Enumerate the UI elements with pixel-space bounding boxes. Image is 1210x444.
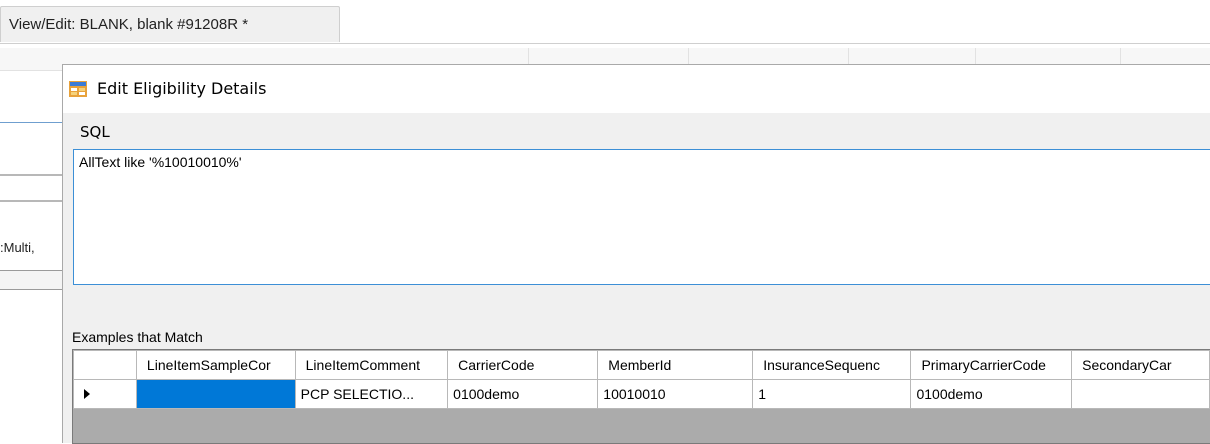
examples-table: LineItemSampleCor LineItemComment Carrie…	[73, 350, 1210, 409]
sql-textarea[interactable]: AllText like '%10010010%'	[73, 149, 1210, 285]
column-header[interactable]: InsuranceSequenc	[752, 350, 912, 380]
examples-label: Examples that Match	[72, 329, 203, 345]
row-header-cell[interactable]	[73, 379, 137, 409]
background-separator	[0, 174, 62, 176]
table-row[interactable]: PCP SELECTIO... 0100demo 10010010 1 0100…	[73, 379, 1210, 409]
column-header[interactable]: MemberId	[597, 350, 754, 380]
column-header[interactable]: CarrierCode	[447, 350, 599, 380]
table-cell-selected[interactable]	[135, 379, 296, 409]
table-cell[interactable]: 10010010	[597, 379, 754, 409]
background-field-fragment: :Multi,	[0, 240, 35, 255]
examples-grid[interactable]: LineItemSampleCor LineItemComment Carrie…	[72, 349, 1210, 444]
column-header[interactable]: SecondaryCar	[1071, 350, 1210, 380]
table-cell[interactable]: 1	[752, 379, 912, 409]
table-cell[interactable]	[1071, 379, 1210, 409]
window-app-icon	[69, 81, 87, 97]
table-cell[interactable]: PCP SELECTIO...	[294, 379, 449, 409]
column-header[interactable]: LineItemSampleCor	[135, 350, 296, 380]
document-tab-strip: View/Edit: BLANK, blank #91208R *	[0, 0, 1210, 44]
background-field-box	[0, 270, 62, 290]
document-tab[interactable]: View/Edit: BLANK, blank #91208R *	[0, 6, 340, 42]
grid-header-row: LineItemSampleCor LineItemComment Carrie…	[73, 350, 1210, 380]
dialog-titlebar[interactable]: Edit Eligibility Details	[63, 65, 1210, 113]
table-cell[interactable]: 0100demo	[910, 379, 1073, 409]
table-cell[interactable]: 0100demo	[447, 379, 599, 409]
grid-corner-cell[interactable]	[73, 350, 137, 380]
sql-text: AllText like '%10010010%'	[79, 154, 242, 170]
sql-label: SQL	[80, 123, 110, 141]
background-separator	[0, 122, 62, 123]
column-header[interactable]: LineItemComment	[294, 350, 449, 380]
dialog-title: Edit Eligibility Details	[97, 79, 267, 98]
column-header[interactable]: PrimaryCarrierCode	[910, 350, 1073, 380]
current-row-arrow-icon	[84, 389, 90, 399]
background-separator	[0, 200, 62, 202]
edit-eligibility-dialog: Edit Eligibility Details SQL AllText lik…	[62, 64, 1210, 444]
